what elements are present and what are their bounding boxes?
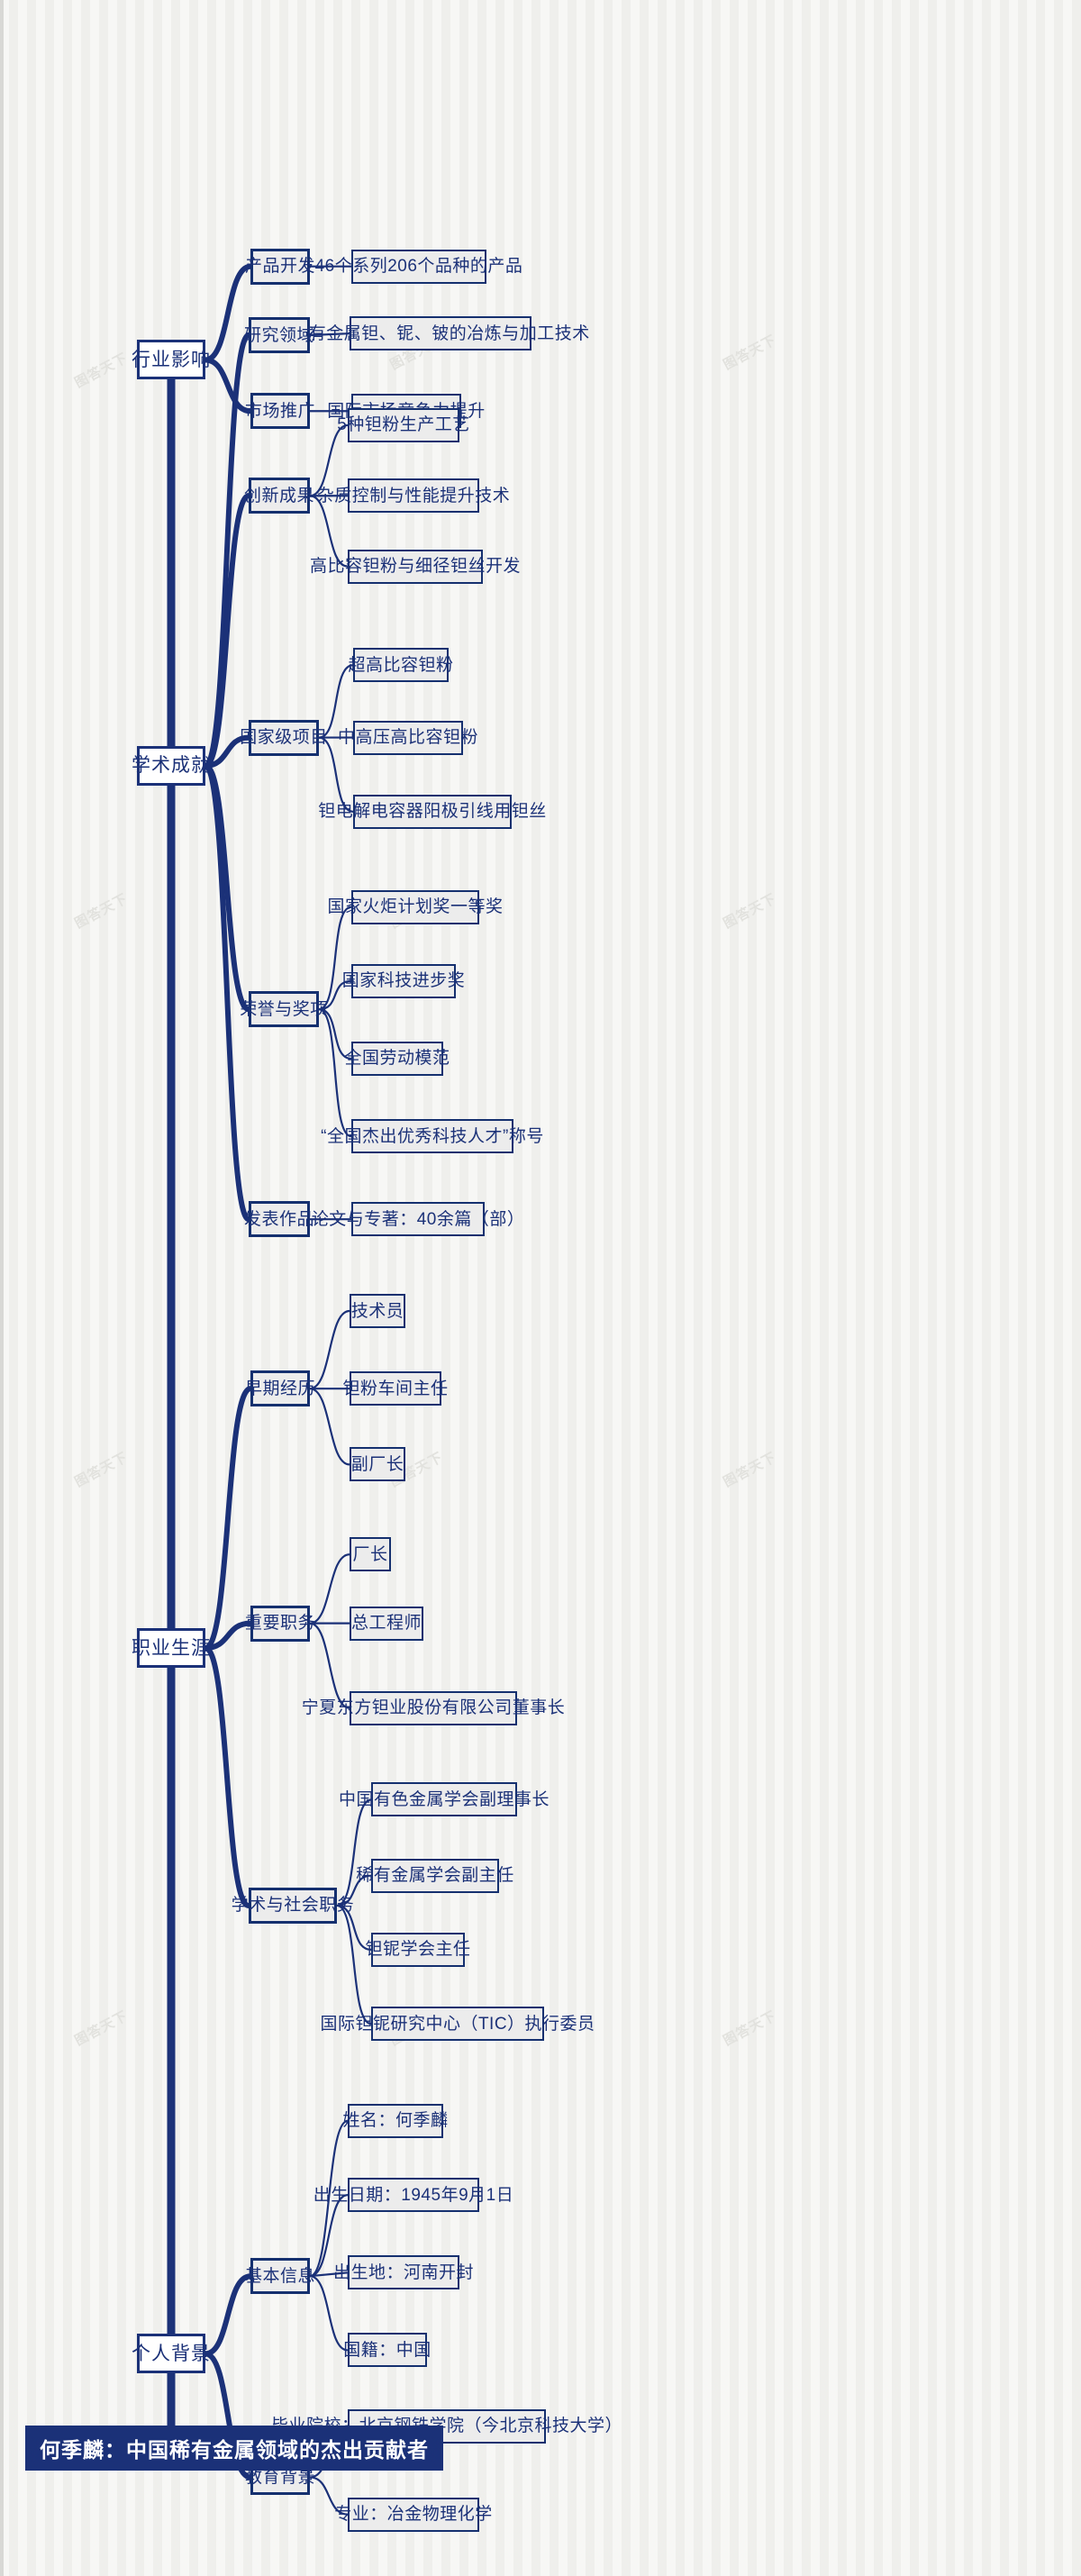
branch-node-career[interactable]: 职业生涯 bbox=[132, 1628, 210, 1669]
child-node-market-promotion[interactable]: 市场推广 bbox=[245, 393, 315, 430]
leaf-node-workshop-director[interactable]: 钽粉车间主任 bbox=[343, 1371, 448, 1406]
child-node-innovation-results[interactable]: 创新成果 bbox=[244, 478, 314, 514]
leaf-node-anode-lead-wire[interactable]: 钽电解电容器阳极引线用钽丝 bbox=[318, 794, 546, 829]
leaf-node-birth-place[interactable]: 出生地：河南开封 bbox=[333, 2255, 474, 2290]
child-node-basic-info[interactable]: 基本信息 bbox=[245, 2258, 315, 2295]
leaf-node-major[interactable]: 专业：冶金物理化学 bbox=[334, 2497, 492, 2532]
branch-node-industry-impact[interactable]: 行业影响 bbox=[132, 340, 210, 380]
leaf-node-name[interactable]: 姓名：何季麟 bbox=[343, 2103, 448, 2138]
leaf-node-high-capacitance-powder[interactable]: 高比容钽粉与细径钽丝开发 bbox=[310, 549, 521, 584]
leaf-node-rare-metal-society-deputy[interactable]: 稀有金属学会副主任 bbox=[356, 1858, 513, 1893]
leaf-node-nonferrous-society-vp[interactable]: 中国有色金属学会副理事长 bbox=[339, 1782, 550, 1817]
branch-node-personal-background[interactable]: 个人背景 bbox=[132, 2334, 210, 2374]
leaf-node-outstanding-talent-title[interactable]: “全国杰出优秀科技人才”称号 bbox=[321, 1119, 543, 1154]
leaf-node-ta-nb-society-chair[interactable]: 钽铌学会主任 bbox=[366, 1932, 470, 1967]
branch-node-academic-achievements[interactable]: 学术成就 bbox=[132, 745, 210, 786]
child-node-early-experience[interactable]: 早期经历 bbox=[245, 1370, 315, 1407]
leaf-node-torch-program-award[interactable]: 国家火炬计划奖一等奖 bbox=[328, 889, 503, 924]
leaf-node-company-chairman[interactable]: 宁夏东方钽业股份有限公司董事长 bbox=[302, 1690, 565, 1725]
leaf-node-tic-executive-member[interactable]: 国际钽铌研究中心（TIC）执行委员 bbox=[320, 2007, 595, 2042]
leaf-node-birth-date[interactable]: 出生日期：1945年9月1日 bbox=[313, 2178, 513, 2213]
leaf-node-medium-high-voltage[interactable]: 中高压高比容钽粉 bbox=[338, 720, 478, 755]
child-node-publications[interactable]: 发表作品 bbox=[244, 1201, 314, 1238]
child-node-product-development[interactable]: 产品开发 bbox=[245, 248, 315, 285]
leaf-node-ultra-high-capacitance[interactable]: 超高比容钽粉 bbox=[349, 648, 453, 683]
leaf-node-impurity-control[interactable]: 杂质控制与性能提升技术 bbox=[317, 478, 510, 514]
child-node-honors-awards[interactable]: 荣誉与奖项 bbox=[240, 991, 327, 1028]
leaf-node-national-model-worker[interactable]: 全国劳动模范 bbox=[345, 1041, 450, 1076]
child-node-key-positions[interactable]: 重要职务 bbox=[245, 1605, 315, 1642]
leaf-node-rare-metal-tech[interactable]: 稀有金属钽、铌、铍的冶炼与加工技术 bbox=[291, 316, 589, 351]
leaf-node-papers-and-books[interactable]: 论文与专著：40余篇（部） bbox=[312, 1202, 524, 1237]
leaf-node-chief-engineer[interactable]: 总工程师 bbox=[350, 1606, 423, 1641]
leaf-node-deputy-plant-manager[interactable]: 副厂长 bbox=[350, 1447, 405, 1482]
child-node-national-projects[interactable]: 国家级项目 bbox=[240, 719, 327, 756]
leaf-node-product-series[interactable]: 46个系列206个品种的产品 bbox=[315, 249, 522, 284]
leaf-node-science-progress-award[interactable]: 国家科技进步奖 bbox=[342, 963, 465, 998]
leaf-node-technician[interactable]: 技术员 bbox=[350, 1294, 405, 1329]
leaf-node-tantalum-powder-processes[interactable]: 5种钽粉生产工艺 bbox=[337, 407, 469, 442]
child-node-academic-social-roles[interactable]: 学术与社会职务 bbox=[232, 1887, 354, 1924]
leaf-node-plant-manager[interactable]: 厂长 bbox=[350, 1537, 391, 1572]
leaf-node-nationality[interactable]: 国籍：中国 bbox=[343, 2333, 431, 2368]
child-node-research-field[interactable]: 研究领域 bbox=[244, 317, 314, 354]
mindmap-canvas bbox=[0, 0, 1081, 2576]
page-title: 何季麟：中国稀有金属领域的杰出贡献者 bbox=[25, 2426, 443, 2471]
